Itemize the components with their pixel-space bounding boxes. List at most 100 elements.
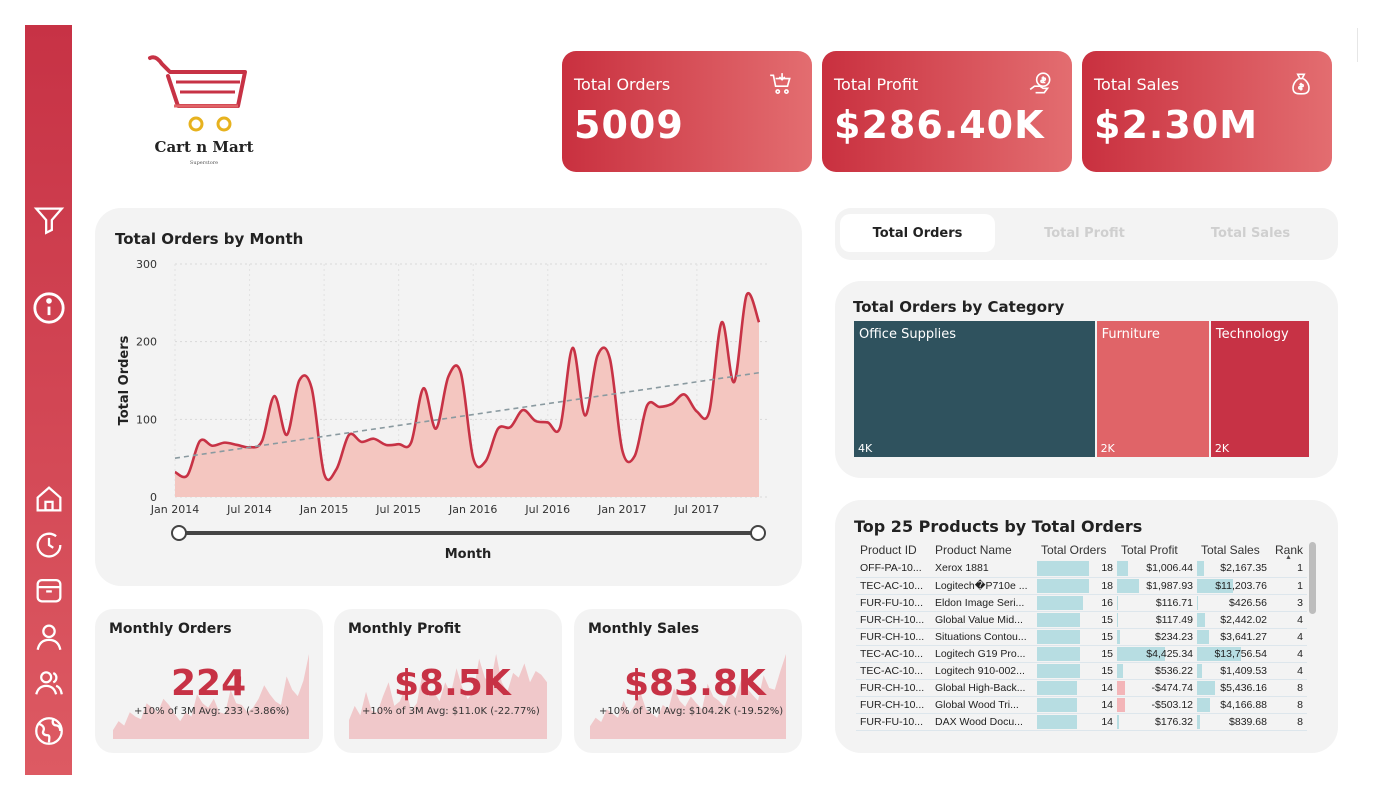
table-cell-id: FUR-CH-10...: [856, 628, 931, 646]
slider-start-handle[interactable]: [171, 525, 187, 541]
table-row[interactable]: TEC-AC-10... Logitech�P710e ... 18 $1,987.9…: [856, 577, 1308, 595]
cell-text: 4: [1297, 630, 1304, 643]
table-row[interactable]: FUR-CH-10... Global High-Back... 14 -$474.7…: [856, 679, 1308, 697]
table-cell-id: TEC-AC-10...: [856, 577, 931, 595]
cell-text: 8: [1297, 698, 1304, 711]
data-bar: [1037, 646, 1081, 661]
clock-icon[interactable]: [29, 525, 69, 565]
monthly-profit-subtext: +10% of 3M Avg: $11.0K (-22.77%): [362, 706, 540, 717]
table-cell-orders: 15: [1037, 645, 1117, 663]
table-cell-name: Situations Contou...: [931, 628, 1037, 646]
x-tick-label: Jan 2015: [299, 503, 348, 516]
table-cell-sales: $839.68: [1197, 713, 1271, 731]
table-cell-rank: 1: [1271, 577, 1308, 595]
cell-text: $116.71: [1155, 596, 1193, 609]
table-cell-orders: 14: [1037, 696, 1117, 714]
y-axis-title: Total Orders: [117, 335, 132, 425]
monthly-orders-card: Monthly Orders 224 ! +10% of 3M Avg: 233…: [95, 609, 323, 753]
table-cell-name: Xerox 1881: [931, 560, 1037, 578]
cell-text: $234.23: [1155, 630, 1193, 643]
cell-text: Global Wood Tri...: [935, 698, 1019, 711]
table-row[interactable]: FUR-FU-10... DAX Wood Docu... 14 $176.32 $83…: [856, 713, 1308, 731]
column-header[interactable]: Total Sales: [1197, 540, 1271, 560]
cell-text: 8: [1297, 715, 1304, 728]
brand-logo: Cart n Mart Superstore: [140, 50, 260, 175]
data-bar: [1197, 663, 1202, 678]
table-cell-orders: 15: [1037, 611, 1117, 629]
column-header-rank[interactable]: Rank ▲: [1271, 540, 1307, 561]
table-row[interactable]: FUR-CH-10... Situations Contou... 15 $234.2…: [856, 628, 1308, 646]
orders-by-month-card: Total Orders by Month 0 100 200 300 Jan 2014…: [95, 208, 802, 586]
table-cell-sales: $13,756.54: [1197, 645, 1271, 663]
cell-text: 4: [1297, 613, 1304, 626]
x-tick-label: Jul 2017: [673, 503, 719, 516]
info-icon[interactable]: [29, 288, 69, 328]
cell-text: 15: [1101, 664, 1113, 677]
table-cell-sales: $3,641.27: [1197, 628, 1271, 646]
table-row[interactable]: FUR-CH-10... Global Value Mid... 15 $117.49…: [856, 611, 1308, 629]
treemap-cell-furniture[interactable]: Furniture 2K: [1096, 321, 1209, 457]
cell-text: FUR-FU-10...: [860, 596, 923, 609]
cell-text: 1: [1297, 562, 1304, 575]
table-cell-name: Global Wood Tri...: [931, 696, 1037, 714]
table-cell-profit: $536.22: [1117, 662, 1197, 680]
table-cell-id: OFF-PA-10...: [856, 560, 931, 578]
cell-text: DAX Wood Docu...: [935, 715, 1023, 728]
cell-text: TEC-AC-10...: [860, 579, 924, 592]
data-bar: [1117, 697, 1125, 712]
box-icon[interactable]: [29, 570, 69, 610]
tab-total-orders[interactable]: Total Orders: [840, 214, 995, 252]
users-icon[interactable]: [29, 663, 69, 703]
sidebar: [25, 25, 72, 775]
tab-total-profit[interactable]: Total Profit: [1007, 214, 1162, 252]
cell-text: 15: [1101, 613, 1113, 626]
kpi-card-total-orders: Total Orders 5009: [562, 51, 812, 172]
table-row[interactable]: FUR-CH-10... Global Wood Tri... 14 -$503.12…: [856, 696, 1308, 714]
table-cell-name: Logitech�P710e ...: [931, 577, 1037, 595]
table-cell-name: Global Value Mid...: [931, 611, 1037, 629]
table-cell-sales: $5,436.16: [1197, 679, 1271, 697]
table-cell-sales: $2,167.35: [1197, 560, 1271, 578]
window-divider: [1357, 28, 1358, 62]
cell-text: Logitech�P710e ...: [935, 579, 1028, 592]
cell-text: $13,756.54: [1214, 647, 1267, 660]
kpi-value: 5009: [574, 103, 684, 147]
table-cell-sales: $11,203.76: [1197, 577, 1271, 595]
column-header[interactable]: Total Orders: [1037, 540, 1117, 560]
treemap-cell-office-supplies[interactable]: Office Supplies 4K: [854, 321, 1095, 457]
x-tick-label: Jul 2015: [375, 503, 421, 516]
table-row[interactable]: FUR-FU-10... Eldon Image Seri... 16 $116.71…: [856, 594, 1308, 612]
column-header[interactable]: Product Name: [931, 540, 1037, 560]
slider-end-handle[interactable]: [750, 525, 766, 541]
user-icon[interactable]: [29, 617, 69, 657]
home-icon[interactable]: [29, 479, 69, 519]
table-cell-orders: 15: [1037, 662, 1117, 680]
filter-icon[interactable]: [29, 200, 69, 240]
globe-icon[interactable]: [29, 711, 69, 751]
data-bar: [1037, 561, 1089, 576]
table-cell-rank: 4: [1271, 628, 1308, 646]
kpi-value: $286.40K: [834, 103, 1045, 147]
data-bar: [1117, 612, 1119, 627]
monthly-orders-subtext: +10% of 3M Avg: 233 (-3.86%): [134, 706, 290, 717]
kpi-card-total-profit: Total Profit $286.40K: [822, 51, 1072, 172]
table-cell-rank: 8: [1271, 679, 1308, 697]
table-row[interactable]: TEC-AC-10... Logitech G19 Pro... 15 $4,425.…: [856, 645, 1308, 663]
table-scrollbar[interactable]: [1309, 542, 1316, 614]
treemap-value: 2K: [1100, 442, 1115, 455]
monthly-orders-value: 224: [171, 663, 247, 704]
card-title: Monthly Sales: [588, 621, 700, 637]
tab-total-sales[interactable]: Total Sales: [1173, 214, 1328, 252]
column-header[interactable]: Product ID: [856, 540, 931, 560]
x-tick-label: Jan 2014: [150, 503, 199, 516]
cell-text: 15: [1101, 630, 1113, 643]
cell-text: $2,167.35: [1220, 562, 1267, 575]
treemap-label: Furniture: [1101, 327, 1160, 342]
table-cell-rank: 8: [1271, 696, 1308, 714]
table-cell-id: FUR-CH-10...: [856, 696, 931, 714]
column-header[interactable]: Total Profit: [1117, 540, 1197, 560]
table-row[interactable]: OFF-PA-10... Xerox 1881 18 $1,006.44 $2,167.…: [856, 560, 1308, 578]
cell-text: $536.22: [1155, 664, 1193, 677]
treemap-cell-technology[interactable]: Technology 2K: [1210, 321, 1309, 457]
table-row[interactable]: TEC-AC-10... Logitech 910-002... 15 $536.22…: [856, 662, 1308, 680]
